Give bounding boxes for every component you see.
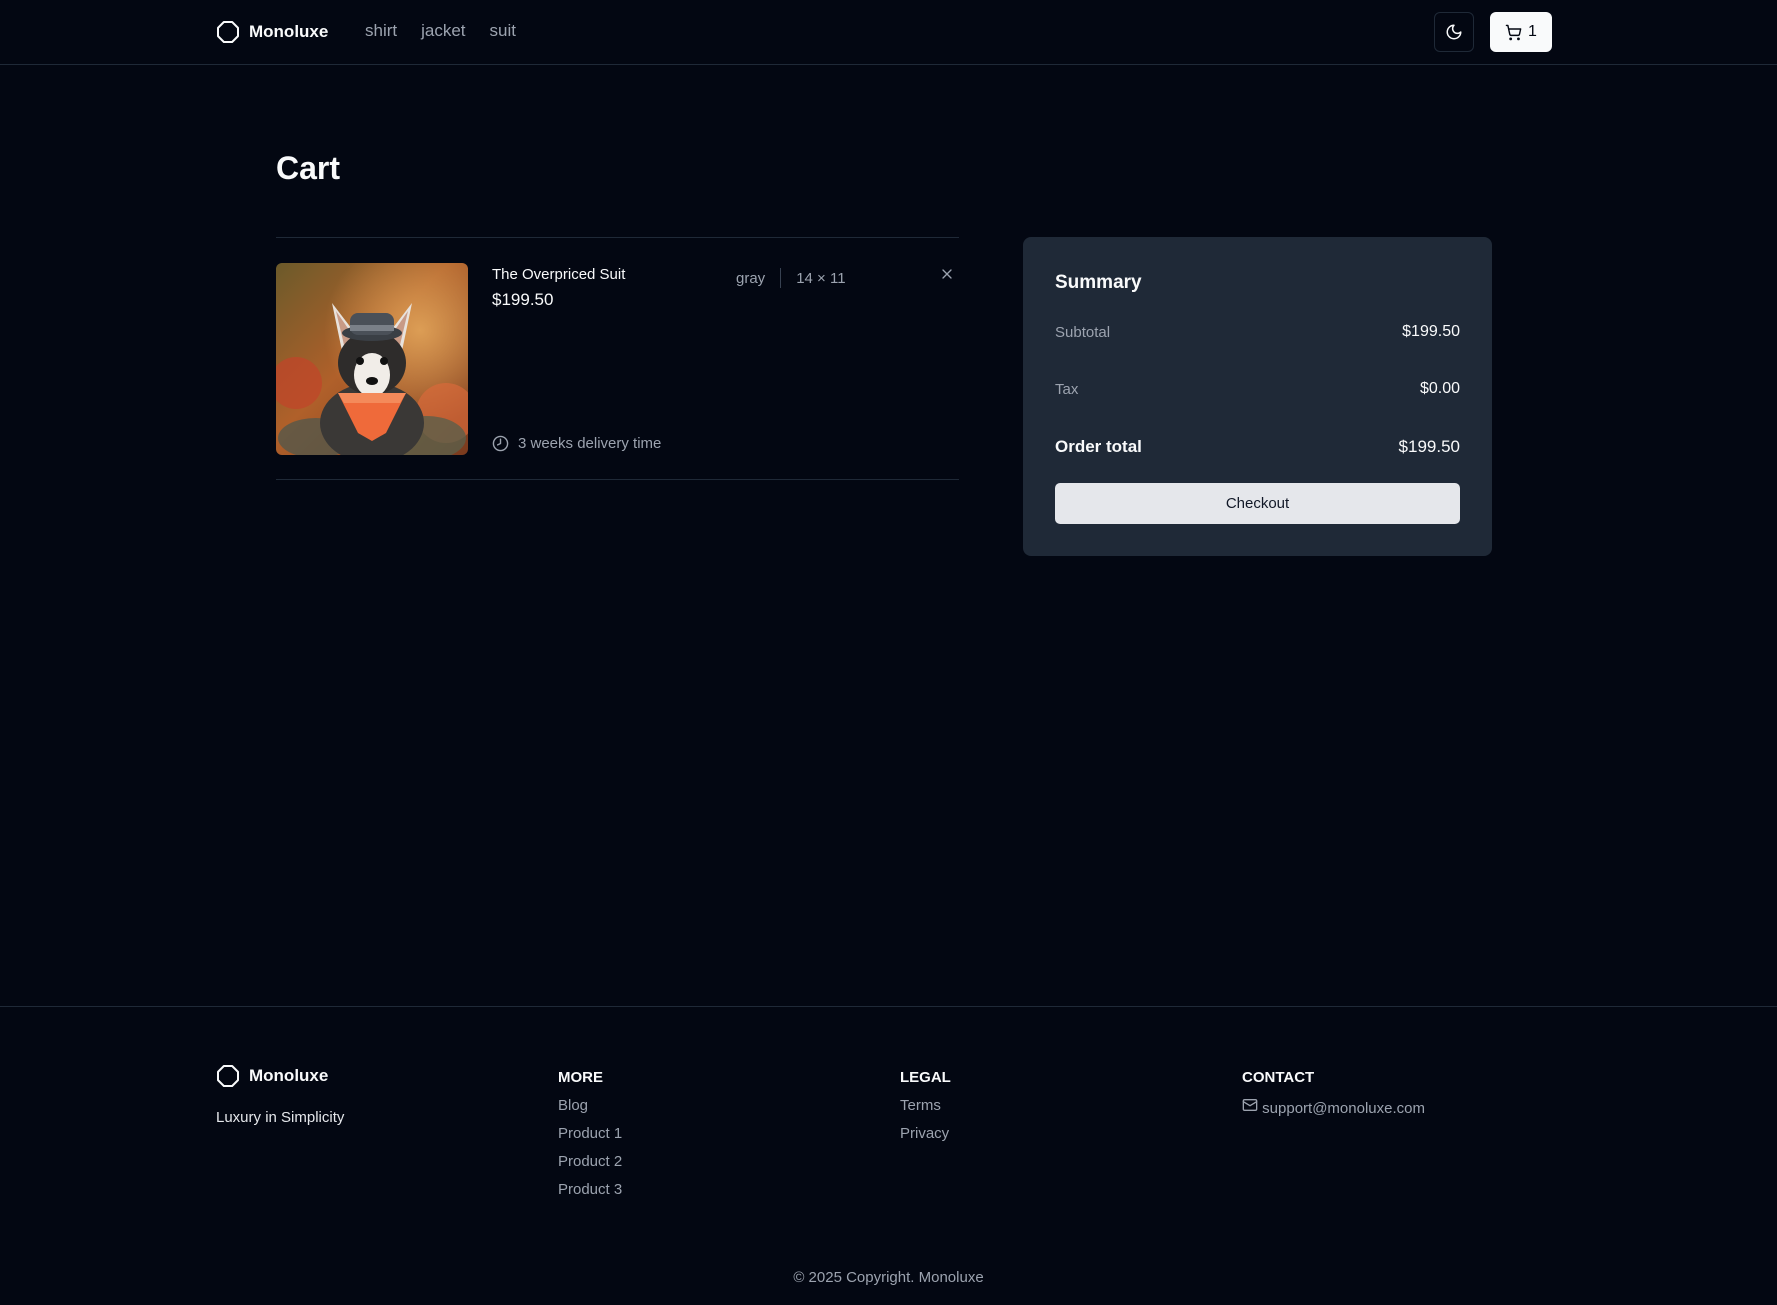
octagon-icon xyxy=(217,1065,239,1087)
subtotal-value: $199.50 xyxy=(1402,323,1460,340)
theme-toggle-button[interactable] xyxy=(1434,12,1474,52)
order-total-value: $199.50 xyxy=(1398,437,1460,456)
summary-title: Summary xyxy=(1055,272,1142,293)
checkout-button[interactable]: Checkout xyxy=(1055,483,1460,524)
footer-column-contact: CONTACT support@monoluxe.com xyxy=(1242,1069,1425,1125)
brand-name: Monoluxe xyxy=(249,22,329,41)
cart-count: 1 xyxy=(1528,23,1537,40)
product-price: $199.50 xyxy=(492,290,554,309)
summary-divider xyxy=(1055,416,1460,417)
tax-value: $0.00 xyxy=(1419,380,1460,397)
nav-item-suit[interactable]: suit xyxy=(490,21,516,41)
footer-email: support@monoluxe.com xyxy=(1262,1100,1425,1117)
product-image[interactable] xyxy=(276,263,468,455)
footer-brand[interactable]: Monoluxe xyxy=(216,1064,328,1088)
main-nav: shirt jacket suit xyxy=(365,21,516,41)
page-title: Cart xyxy=(276,150,341,186)
product-attributes: gray 14 × 11 xyxy=(736,268,846,288)
order-total-row: Order total $199.50 xyxy=(1055,437,1460,457)
footer-email-link[interactable]: support@monoluxe.com xyxy=(1242,1097,1425,1125)
nav-item-shirt[interactable]: shirt xyxy=(365,21,397,41)
mail-icon xyxy=(1242,1099,1258,1111)
summary-divider xyxy=(1055,359,1460,360)
delivery-time: 3 weeks delivery time xyxy=(518,435,662,452)
footer-brand-name: Monoluxe xyxy=(249,1066,329,1085)
footer-tagline: Luxury in Simplicity xyxy=(216,1109,345,1126)
footer-link-product-3[interactable]: Product 3 xyxy=(558,1181,622,1209)
cart-page: Monoluxe shirt jacket suit 1 Cart The Ov… xyxy=(0,0,1777,1305)
cart-items-list: The Overpriced Suit $199.50 gray 14 × 11… xyxy=(276,237,959,480)
site-footer: Monoluxe Luxury in Simplicity MORE Blog … xyxy=(0,1006,1777,1305)
footer-link-product-2[interactable]: Product 2 xyxy=(558,1153,622,1181)
copyright: © 2025 Copyright. Monoluxe xyxy=(793,1269,984,1286)
remove-item-button[interactable] xyxy=(938,265,956,283)
subtotal-label: Subtotal xyxy=(1055,323,1111,341)
footer-column-legal: LEGAL Terms Privacy xyxy=(900,1069,951,1153)
octagon-icon xyxy=(217,21,239,43)
nav-item-jacket[interactable]: jacket xyxy=(421,21,465,41)
clock-icon xyxy=(492,435,509,452)
tax-label: Tax xyxy=(1055,380,1079,398)
footer-heading-contact: CONTACT xyxy=(1242,1069,1315,1086)
site-header: Monoluxe shirt jacket suit 1 xyxy=(0,0,1777,65)
footer-link-product-1[interactable]: Product 1 xyxy=(558,1125,622,1153)
footer-link-terms[interactable]: Terms xyxy=(900,1097,951,1125)
cart-icon xyxy=(1505,24,1522,40)
product-size: 14 × 11 xyxy=(796,269,846,287)
tax-row: Tax $0.00 xyxy=(1055,380,1460,398)
cart-button[interactable]: 1 xyxy=(1490,12,1552,52)
footer-column-more: MORE Blog Product 1 Product 2 Product 3 xyxy=(558,1069,622,1209)
order-total-label: Order total xyxy=(1055,437,1142,456)
close-icon xyxy=(942,269,952,279)
product-photo xyxy=(276,263,468,455)
subtotal-row: Subtotal $199.50 xyxy=(1055,323,1460,341)
footer-heading-more: MORE xyxy=(558,1069,603,1086)
footer-link-blog[interactable]: Blog xyxy=(558,1097,622,1125)
order-summary: Summary Subtotal $199.50 Tax $0.00 Order… xyxy=(1023,237,1492,556)
footer-link-privacy[interactable]: Privacy xyxy=(900,1125,951,1153)
footer-heading-legal: LEGAL xyxy=(900,1069,951,1086)
product-color: gray xyxy=(736,269,766,287)
moon-icon xyxy=(1446,24,1462,40)
brand-link[interactable]: Monoluxe xyxy=(216,20,328,44)
attribute-divider xyxy=(780,268,782,288)
product-name[interactable]: The Overpriced Suit xyxy=(492,266,625,283)
delivery-info: 3 weeks delivery time xyxy=(492,435,661,452)
